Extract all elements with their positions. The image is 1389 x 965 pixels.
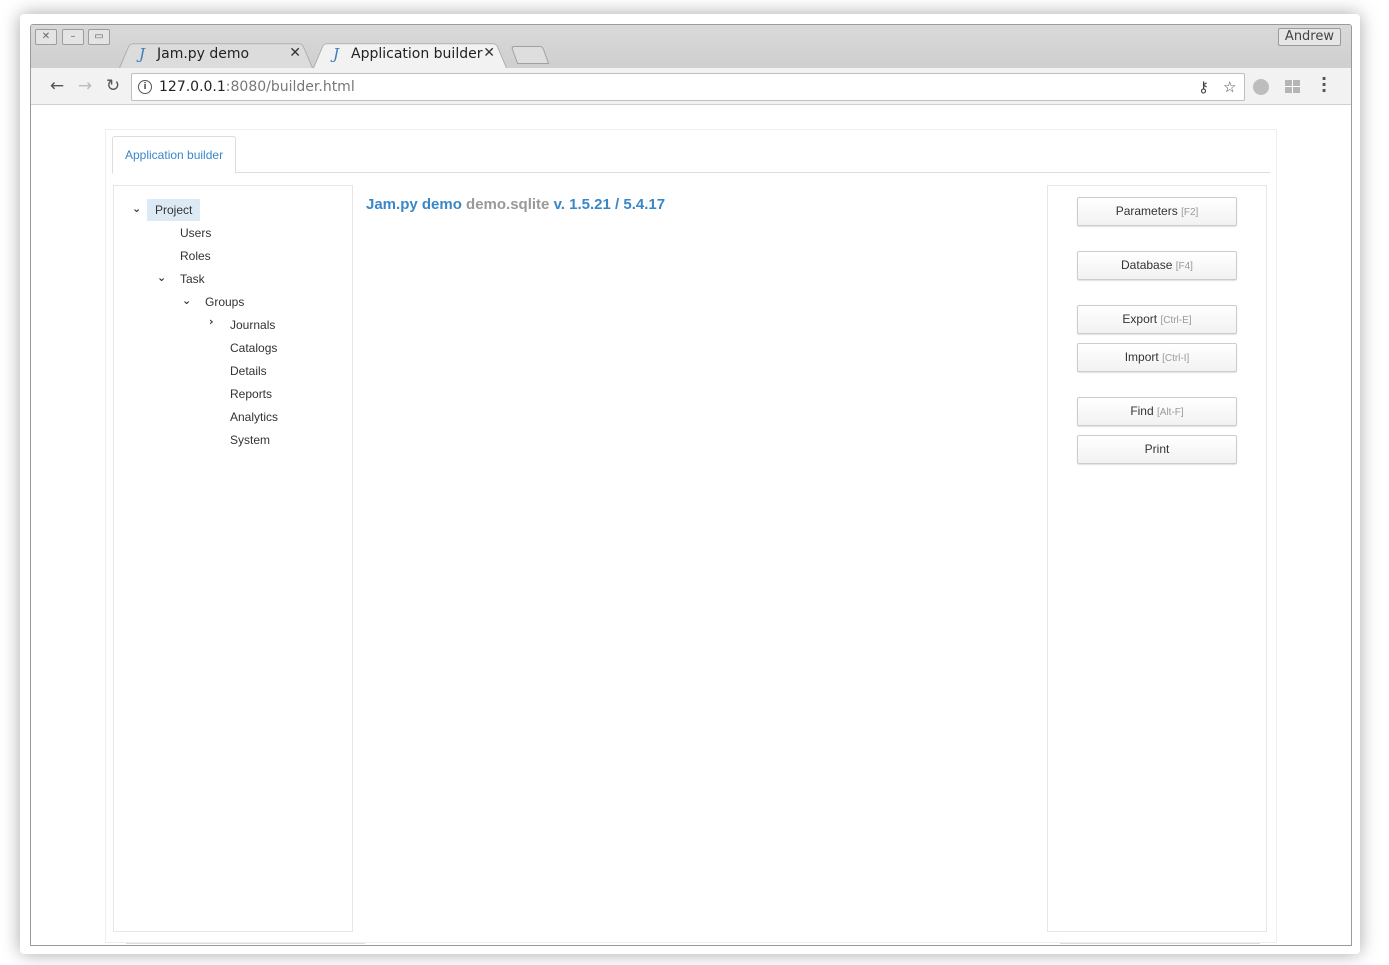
database-button[interactable]: Database [F4] [1077,251,1237,280]
chevron-down-icon[interactable]: ⌄ [182,294,191,307]
maximize-window-icon[interactable]: ▭ [88,29,110,45]
jam-favicon-icon: J [333,45,340,63]
database-name: demo.sqlite [466,196,550,213]
tab-divider [112,172,1270,173]
tree-item-users[interactable]: Users [180,222,211,244]
import-button[interactable]: Import [Ctrl-I] [1077,343,1237,372]
export-button[interactable]: Export [Ctrl-E] [1077,305,1237,334]
app-name: Jam.py demo [366,196,462,213]
address-bar[interactable]: i 127.0.0.1:8080/builder.html ⚷ ☆ [131,73,1245,101]
background-divider [1060,943,1260,944]
menu-dots-icon[interactable]: · · · [1319,71,1329,99]
page-content: Application builder ⌄ Project Users Role… [31,105,1351,945]
chevron-down-icon[interactable]: ⌄ [157,271,166,284]
browser-window: ✕ – ▭ J Jam.py demo ✕ J Application buil… [30,24,1352,946]
chevron-down-icon[interactable]: ⌄ [132,202,141,215]
tree-item-journals[interactable]: Journals [230,314,275,336]
grid-extension-icon[interactable] [1285,80,1300,93]
tab-strip: ✕ – ▭ J Jam.py demo ✕ J Application buil… [31,25,1351,69]
tree-item-system[interactable]: System [230,429,270,451]
minimize-window-icon[interactable]: – [62,29,84,45]
tree-item-task[interactable]: Task [180,268,205,290]
builder-container: Application builder ⌄ Project Users Role… [105,129,1277,943]
back-arrow-icon[interactable]: ← [47,76,67,96]
tree-item-catalogs[interactable]: Catalogs [230,337,277,359]
reload-icon[interactable]: ↻ [103,76,123,96]
tab-application-builder-page[interactable]: Application builder [112,136,237,174]
forward-arrow-icon[interactable]: → [75,76,95,96]
tab-application-builder[interactable]: J Application builder ✕ [313,40,507,68]
chevron-right-icon[interactable]: › [209,315,214,328]
tab-close-icon[interactable]: ✕ [483,45,495,61]
jam-favicon-icon: J [139,45,146,63]
tree-item-groups[interactable]: Groups [205,291,244,313]
tab-jampy-demo[interactable]: J Jam.py demo ✕ [119,40,313,68]
new-tab-button[interactable] [510,46,550,64]
tab-title: Jam.py demo [157,46,250,62]
find-button[interactable]: Find [Alt-F] [1077,397,1237,426]
profile-button[interactable]: Andrew [1277,28,1341,46]
star-icon[interactable]: ☆ [1223,78,1236,96]
tree-item-project[interactable]: Project [147,199,201,221]
globe-extension-icon[interactable] [1253,79,1269,95]
project-tree: ⌄ Project Users Roles ⌄ Task ⌄ Groups › … [113,185,353,932]
tree-item-details[interactable]: Details [230,360,267,382]
version-text: v. 1.5.21 / 5.4.17 [553,196,666,213]
site-info-icon[interactable]: i [138,80,152,94]
action-panel: Parameters [F2] Database [F4] Export [Ct… [1047,185,1267,932]
tab-close-icon[interactable]: ✕ [289,45,301,61]
tree-item-analytics[interactable]: Analytics [230,406,278,428]
url-text[interactable]: 127.0.0.1:8080/builder.html [159,79,355,95]
tree-item-roles[interactable]: Roles [180,245,211,267]
close-window-icon[interactable]: ✕ [35,29,57,45]
tab-title: Application builder [351,46,483,62]
parameters-button[interactable]: Parameters [F2] [1077,197,1237,226]
key-icon[interactable]: ⚷ [1198,78,1209,96]
background-divider [126,943,365,944]
print-button[interactable]: Print [1077,435,1237,464]
tree-item-reports[interactable]: Reports [230,383,272,405]
project-heading: Jam.py demo demo.sqlite v. 1.5.21 / 5.4.… [366,196,665,213]
browser-toolbar: ← → ↻ i 127.0.0.1:8080/builder.html ⚷ ☆ … [31,68,1351,105]
